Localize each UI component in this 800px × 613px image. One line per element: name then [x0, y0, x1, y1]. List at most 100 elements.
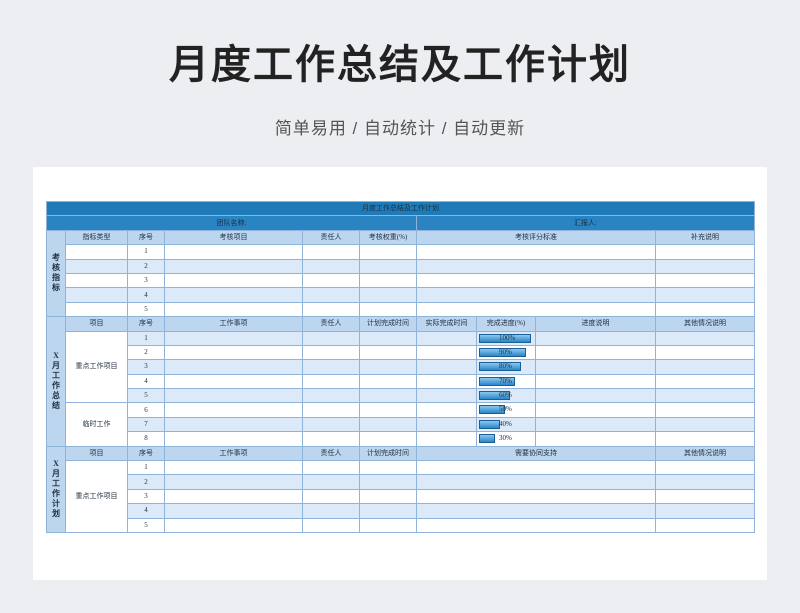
owner-cell[interactable] [302, 258, 360, 274]
notes-cell[interactable] [654, 272, 756, 289]
other-notes-cell[interactable] [654, 474, 756, 490]
actual-date-cell[interactable] [416, 388, 477, 404]
indicator-type-cell[interactable] [65, 301, 128, 318]
criteria-cell[interactable] [416, 244, 656, 260]
criteria-cell[interactable] [416, 272, 656, 289]
owner-cell[interactable] [302, 301, 360, 318]
plan-date-cell[interactable] [359, 373, 417, 390]
progress-desc-cell[interactable] [535, 330, 656, 346]
other-notes-cell[interactable] [654, 402, 756, 418]
weight-cell[interactable] [359, 272, 417, 289]
owner-cell[interactable] [302, 244, 360, 260]
progress-desc-cell[interactable] [535, 373, 656, 390]
other-notes-cell[interactable] [654, 373, 756, 390]
owner-cell[interactable] [302, 287, 360, 303]
owner-cell[interactable] [302, 488, 360, 505]
progress-desc-cell[interactable] [535, 359, 656, 375]
plan-date-cell[interactable] [359, 359, 417, 375]
progress-desc-cell[interactable] [535, 344, 656, 361]
actual-date-cell[interactable] [416, 402, 477, 418]
plan-date-cell[interactable] [359, 431, 417, 447]
owner-cell[interactable] [302, 272, 360, 289]
assess-item-cell[interactable] [164, 301, 303, 318]
other-notes-cell[interactable] [654, 503, 756, 519]
notes-cell[interactable] [654, 287, 756, 303]
other-notes-cell[interactable] [654, 388, 756, 404]
task-cell[interactable] [164, 359, 303, 375]
owner-cell[interactable] [302, 474, 360, 490]
task-cell[interactable] [164, 330, 303, 346]
task-cell[interactable] [164, 388, 303, 404]
assess-item-cell[interactable] [164, 244, 303, 260]
notes-cell[interactable] [654, 244, 756, 260]
plan-date-cell[interactable] [359, 402, 417, 418]
weight-cell[interactable] [359, 287, 417, 303]
task-cell[interactable] [164, 474, 303, 490]
task-cell[interactable] [164, 416, 303, 433]
task-cell[interactable] [164, 488, 303, 505]
task-cell[interactable] [164, 431, 303, 447]
task-cell[interactable] [164, 460, 303, 476]
indicator-type-cell[interactable] [65, 258, 128, 274]
progress-desc-cell[interactable] [535, 431, 656, 447]
notes-cell[interactable] [654, 258, 756, 274]
criteria-cell[interactable] [416, 258, 656, 274]
actual-date-cell[interactable] [416, 431, 477, 447]
task-cell[interactable] [164, 373, 303, 390]
support-cell[interactable] [416, 503, 656, 519]
support-cell[interactable] [416, 488, 656, 505]
actual-date-cell[interactable] [416, 416, 477, 433]
task-cell[interactable] [164, 344, 303, 361]
owner-cell[interactable] [302, 402, 360, 418]
indicator-type-cell[interactable] [65, 244, 128, 260]
assess-item-cell[interactable] [164, 258, 303, 274]
actual-date-cell[interactable] [416, 330, 477, 346]
owner-cell[interactable] [302, 460, 360, 476]
plan-date-cell[interactable] [359, 416, 417, 433]
owner-cell[interactable] [302, 330, 360, 346]
progress-desc-cell[interactable] [535, 416, 656, 433]
support-cell[interactable] [416, 517, 656, 533]
owner-cell[interactable] [302, 416, 360, 433]
progress-desc-cell[interactable] [535, 402, 656, 418]
indicator-type-cell[interactable] [65, 287, 128, 303]
assess-item-cell[interactable] [164, 272, 303, 289]
support-cell[interactable] [416, 460, 656, 476]
weight-cell[interactable] [359, 244, 417, 260]
support-cell[interactable] [416, 474, 656, 490]
plan-date-cell[interactable] [359, 488, 417, 505]
weight-cell[interactable] [359, 301, 417, 318]
progress-desc-cell[interactable] [535, 388, 656, 404]
notes-cell[interactable] [654, 301, 756, 318]
assess-item-cell[interactable] [164, 287, 303, 303]
actual-date-cell[interactable] [416, 344, 477, 361]
owner-cell[interactable] [302, 359, 360, 375]
owner-cell[interactable] [302, 431, 360, 447]
plan-date-cell[interactable] [359, 517, 417, 533]
plan-date-cell[interactable] [359, 503, 417, 519]
criteria-cell[interactable] [416, 287, 656, 303]
plan-date-cell[interactable] [359, 344, 417, 361]
other-notes-cell[interactable] [654, 431, 756, 447]
other-notes-cell[interactable] [654, 460, 756, 476]
task-cell[interactable] [164, 503, 303, 519]
plan-date-cell[interactable] [359, 388, 417, 404]
other-notes-cell[interactable] [654, 517, 756, 533]
other-notes-cell[interactable] [654, 488, 756, 505]
owner-cell[interactable] [302, 344, 360, 361]
owner-cell[interactable] [302, 388, 360, 404]
criteria-cell[interactable] [416, 301, 656, 318]
other-notes-cell[interactable] [654, 359, 756, 375]
weight-cell[interactable] [359, 258, 417, 274]
actual-date-cell[interactable] [416, 359, 477, 375]
actual-date-cell[interactable] [416, 373, 477, 390]
other-notes-cell[interactable] [654, 416, 756, 433]
plan-date-cell[interactable] [359, 460, 417, 476]
owner-cell[interactable] [302, 373, 360, 390]
other-notes-cell[interactable] [654, 330, 756, 346]
task-cell[interactable] [164, 517, 303, 533]
plan-date-cell[interactable] [359, 330, 417, 346]
owner-cell[interactable] [302, 517, 360, 533]
task-cell[interactable] [164, 402, 303, 418]
plan-date-cell[interactable] [359, 474, 417, 490]
